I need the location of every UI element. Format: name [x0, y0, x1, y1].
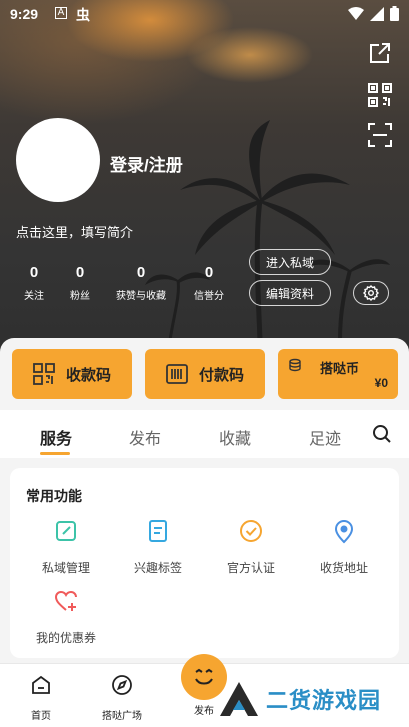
receive-code-label: 收款码	[66, 366, 112, 384]
stat-value: 0	[75, 264, 85, 281]
status-indicators	[348, 6, 399, 21]
coin-label: 搭哒币	[320, 361, 360, 376]
func-official-certification[interactable]: 官方认证	[211, 518, 291, 576]
stat-credit-score[interactable]: 0 信誉分	[191, 264, 227, 302]
tab-publish[interactable]: 发布	[129, 425, 161, 449]
watermark-logo-icon	[220, 682, 258, 716]
avatar[interactable]	[16, 118, 100, 202]
func-label: 收货地址	[319, 561, 368, 575]
func-label: 官方认证	[226, 561, 275, 575]
pay-code-button[interactable]: 付款码	[145, 349, 265, 399]
tab-service[interactable]: 服务	[40, 425, 72, 449]
nav-label: 搭哒广场	[102, 711, 142, 722]
enter-private-domain-button[interactable]: 进入私域	[249, 249, 331, 275]
settings-button[interactable]	[353, 281, 389, 305]
share-button[interactable]	[365, 38, 395, 68]
home-icon	[32, 675, 50, 694]
stat-label: 获赞与收藏	[116, 291, 166, 302]
stat-value: 0	[204, 264, 214, 281]
edit-profile-button[interactable]: 编辑资料	[249, 280, 331, 306]
search-icon[interactable]	[372, 424, 392, 444]
coin-value: ¥0	[374, 376, 388, 390]
qr-code-icon	[368, 83, 392, 107]
func-label: 我的优惠券	[35, 631, 96, 645]
gear-icon	[363, 285, 379, 301]
location-pin-icon	[334, 519, 354, 544]
signal-icon	[370, 6, 384, 21]
func-my-coupons[interactable]: 我的优惠券	[26, 588, 106, 646]
document-icon	[149, 520, 167, 542]
coin-stack-icon	[289, 358, 301, 372]
wifi-icon	[348, 6, 364, 20]
heart-plus-icon	[54, 590, 77, 611]
stat-following[interactable]: 0 关注	[20, 264, 48, 302]
coin-balance-button[interactable]: 搭哒币 ¥0	[278, 349, 398, 399]
stat-likes-favorites[interactable]: 0 获赞与收藏	[111, 264, 171, 302]
compass-icon	[112, 675, 132, 695]
nav-label: 首页	[31, 711, 51, 722]
check-badge-icon	[240, 520, 262, 542]
pay-code-label: 付款码	[199, 366, 245, 384]
func-shipping-address[interactable]: 收货地址	[304, 518, 384, 576]
func-interest-tags[interactable]: 兴趣标签	[118, 518, 198, 576]
stat-label: 粉丝	[70, 291, 90, 302]
common-functions-card: 常用功能 私域管理 兴趣标签 官方认证 收货地址 我的优惠券	[10, 468, 399, 658]
stat-label: 信誉分	[194, 291, 224, 302]
bio-placeholder[interactable]: 点击这里，填写简介	[16, 222, 133, 241]
status-bar: 9:29 A 虫	[0, 0, 409, 28]
stat-followers[interactable]: 0 粉丝	[66, 264, 94, 302]
watermark: 二货游戏园	[218, 680, 381, 718]
publish-icon	[195, 668, 213, 685]
func-label: 私域管理	[41, 561, 90, 575]
qr-code-button[interactable]	[365, 80, 395, 110]
stat-value: 0	[29, 264, 39, 281]
section-title: 常用功能	[26, 488, 82, 504]
func-label: 兴趣标签	[133, 561, 182, 575]
login-register-link[interactable]: 登录/注册	[110, 151, 183, 176]
battery-icon	[390, 6, 399, 21]
barcode-icon	[166, 364, 188, 384]
active-tab-indicator	[40, 452, 70, 455]
status-a-icon: A	[55, 7, 67, 19]
tab-footprints[interactable]: 足迹	[309, 425, 341, 449]
scan-button[interactable]	[365, 120, 395, 150]
status-time: 9:29	[10, 6, 39, 22]
nav-square[interactable]: 搭哒广场	[92, 674, 152, 722]
status-app-icon: 虫	[76, 7, 90, 23]
receive-code-button[interactable]: 收款码	[12, 349, 132, 399]
nav-home[interactable]: 首页	[11, 674, 71, 722]
stat-value: 0	[136, 264, 146, 281]
watermark-text: 二货游戏园	[266, 688, 382, 713]
share-icon	[370, 43, 390, 63]
receive-qr-icon	[33, 363, 55, 385]
tab-favorites[interactable]: 收藏	[219, 425, 251, 449]
func-private-domain[interactable]: 私域管理	[26, 518, 106, 576]
stat-label: 关注	[24, 291, 44, 302]
edit-square-icon	[56, 521, 76, 541]
scan-icon	[368, 123, 392, 147]
profile-tabs: 服务 发布 收藏 足迹	[0, 410, 409, 458]
